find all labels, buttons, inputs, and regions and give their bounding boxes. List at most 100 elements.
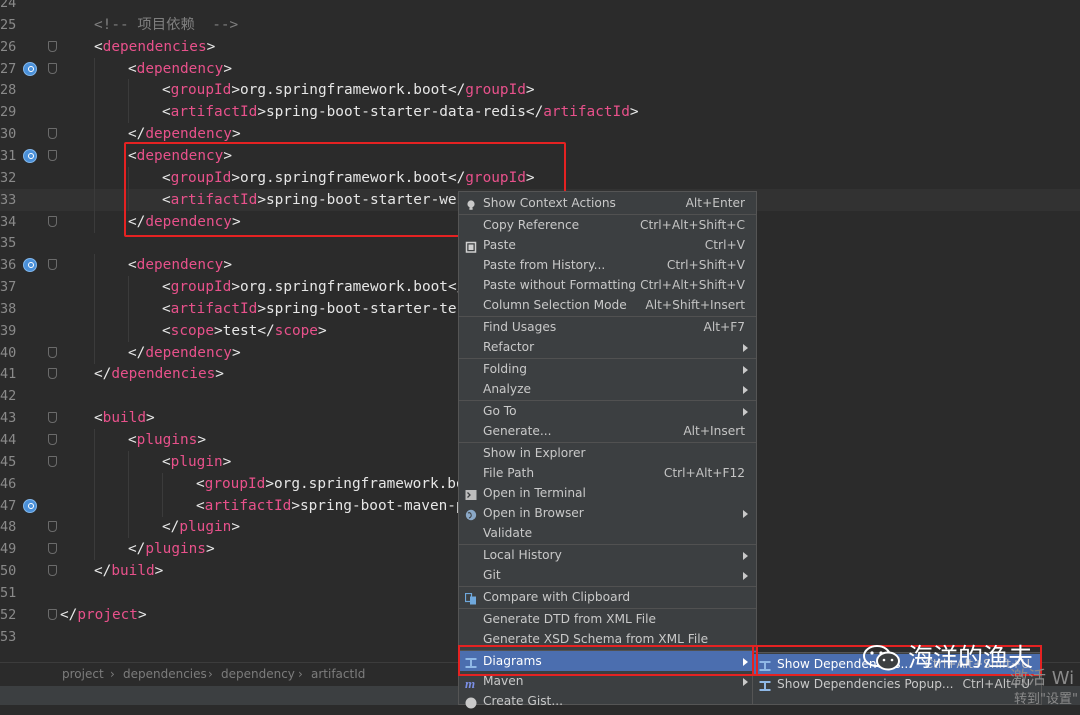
breadcrumb-item[interactable]: artifactId: [311, 663, 365, 686]
indent-guide: [94, 57, 95, 80]
menu-item-validate[interactable]: Validate: [459, 523, 756, 543]
menu-item-paste-from-history[interactable]: Paste from History... Ctrl+Shift+V: [459, 255, 756, 275]
menu-item-show-in-explorer[interactable]: Show in Explorer: [459, 443, 756, 463]
fold-icon[interactable]: [48, 608, 57, 620]
submenu-arrow-icon: [743, 408, 748, 416]
indent-guide: [94, 101, 95, 124]
menu-item-column-selection-mode[interactable]: Column Selection Mode Alt+Shift+Insert: [459, 295, 756, 315]
xml-bracket: <: [162, 300, 171, 317]
menu-item-copy-reference[interactable]: Copy Reference Ctrl+Alt+Shift+C: [459, 215, 756, 235]
xml-bracket: <: [94, 38, 103, 55]
indent-guide: [94, 210, 95, 233]
menu-item-label: Refactor: [483, 340, 535, 354]
menu-item-create-gist[interactable]: Create Gist...: [459, 691, 756, 711]
menu-item-generate-dtd-from-xml-file[interactable]: Generate DTD from XML File: [459, 609, 756, 629]
code-text: <artifactId>spring-boot-maven-p: [196, 495, 465, 517]
xml-text: org.springframework.boot: [240, 82, 448, 99]
breadcrumb-item[interactable]: dependencies: [123, 663, 207, 686]
context-menu[interactable]: Show Context Actions Alt+Enter Copy Refere…: [458, 191, 757, 709]
submenu-arrow-icon: [743, 678, 748, 686]
line-number: 52: [0, 606, 17, 623]
menu-item-label: Open in Terminal: [483, 486, 586, 500]
globe-icon: [465, 507, 477, 521]
menu-item-open-in-browser[interactable]: Open in Browser: [459, 503, 756, 523]
fold-icon[interactable]: [48, 215, 57, 227]
menu-item-label: Git: [483, 568, 501, 582]
menu-item-refactor[interactable]: Refactor: [459, 337, 756, 357]
menu-item-git[interactable]: Git: [459, 565, 756, 585]
code-text: <artifactId>spring-boot-starter-tes: [162, 298, 465, 320]
menu-item-local-history[interactable]: Local History: [459, 545, 756, 565]
xml-bracket: >: [206, 38, 216, 55]
line-number: 48: [0, 519, 17, 536]
gutter-dependency-icon[interactable]: [23, 498, 37, 513]
xml-tag-name: artifactId: [543, 104, 630, 121]
fold-icon[interactable]: [48, 565, 57, 577]
code-line[interactable]: 25 <!-- 项目依赖 -->: [0, 14, 1080, 36]
code-line[interactable]: 27 <dependency>: [0, 57, 1080, 80]
xml-bracket: <: [128, 257, 137, 274]
indent-guide: [128, 297, 129, 320]
menu-item-label: Compare with Clipboard: [483, 590, 631, 604]
fold-icon[interactable]: [48, 259, 57, 271]
fold-icon[interactable]: [48, 434, 57, 445]
line-number: 42: [0, 388, 17, 405]
line-number: 34: [0, 213, 17, 230]
code-line[interactable]: 29 <artifactId>spring-boot-starter-data-r…: [0, 101, 1080, 124]
xml-bracket: </: [128, 541, 146, 558]
menu-item-folding[interactable]: Folding: [459, 359, 756, 379]
xml-bracket: </: [128, 126, 146, 143]
indent-guide: [94, 297, 95, 320]
line-number: 39: [0, 322, 17, 339]
fold-icon[interactable]: [48, 543, 57, 555]
fold-icon[interactable]: [48, 368, 57, 380]
fold-icon[interactable]: [48, 128, 57, 140]
code-line[interactable]: 26 <dependencies>: [0, 36, 1080, 58]
fold-icon[interactable]: [48, 40, 57, 52]
code-text: </plugins>: [128, 538, 215, 560]
fold-icon[interactable]: [48, 346, 57, 358]
svg-text:m: m: [465, 677, 475, 689]
menu-item-generate[interactable]: Generate... Alt+Insert: [459, 421, 756, 441]
xml-text: org.springframework.boot: [240, 279, 448, 296]
gutter-dependency-icon[interactable]: [23, 148, 37, 163]
menu-item-paste-without-formatting[interactable]: Paste without Formatting Ctrl+Alt+Shift+V: [459, 275, 756, 295]
menu-item-label: File Path: [483, 466, 535, 480]
code-text: </dependencies>: [94, 363, 224, 385]
line-number: 31: [0, 147, 17, 164]
menu-item-go-to[interactable]: Go To: [459, 401, 756, 421]
xml-text: org.springframework.bo: [274, 475, 465, 492]
code-line[interactable]: 28 <groupId>org.springframework.boot</gro…: [0, 79, 1080, 102]
line-number: 49: [0, 541, 17, 558]
indent-guide: [94, 166, 95, 189]
menu-item-label: Copy Reference: [483, 218, 580, 232]
menu-item-open-in-terminal[interactable]: Open in Terminal: [459, 483, 756, 503]
menu-item-analyze[interactable]: Analyze: [459, 379, 756, 399]
gutter-dependency-icon[interactable]: [23, 61, 37, 76]
submenu-item-show-dependencies-popup[interactable]: Show Dependencies Popup... Ctrl+Alt+U: [753, 674, 1041, 694]
fold-icon[interactable]: [48, 149, 57, 161]
menu-item-label: Generate DTD from XML File: [483, 612, 657, 626]
xml-bracket: >: [197, 432, 206, 448]
xml-tag-name: artifactId: [170, 300, 258, 317]
xml-bracket: <: [94, 410, 103, 427]
code-line[interactable]: 24: [0, 0, 1080, 14]
gutter-dependency-icon[interactable]: [23, 258, 37, 273]
indent-guide: [128, 319, 129, 342]
xml-bracket: </: [257, 322, 275, 339]
fold-icon[interactable]: [48, 521, 57, 533]
line-number: 30: [0, 126, 17, 143]
line-number: 24: [0, 0, 17, 11]
fold-icon[interactable]: [48, 455, 57, 467]
breadcrumb-item[interactable]: project: [62, 663, 104, 686]
fold-icon[interactable]: [48, 412, 57, 424]
menu-item-file-path[interactable]: File Path Ctrl+Alt+F12: [459, 463, 756, 483]
menu-item-show-context-actions[interactable]: Show Context Actions Alt+Enter: [459, 193, 756, 213]
xml-bracket: <: [162, 453, 171, 470]
menu-item-paste[interactable]: Paste Ctrl+V: [459, 235, 756, 255]
breadcrumb-separator-icon: ›: [298, 667, 303, 681]
fold-icon[interactable]: [48, 62, 57, 74]
breadcrumb-item[interactable]: dependency: [221, 663, 295, 686]
menu-item-compare-with-clipboard[interactable]: Compare with Clipboard: [459, 587, 756, 607]
menu-item-find-usages[interactable]: Find Usages Alt+F7: [459, 317, 756, 337]
